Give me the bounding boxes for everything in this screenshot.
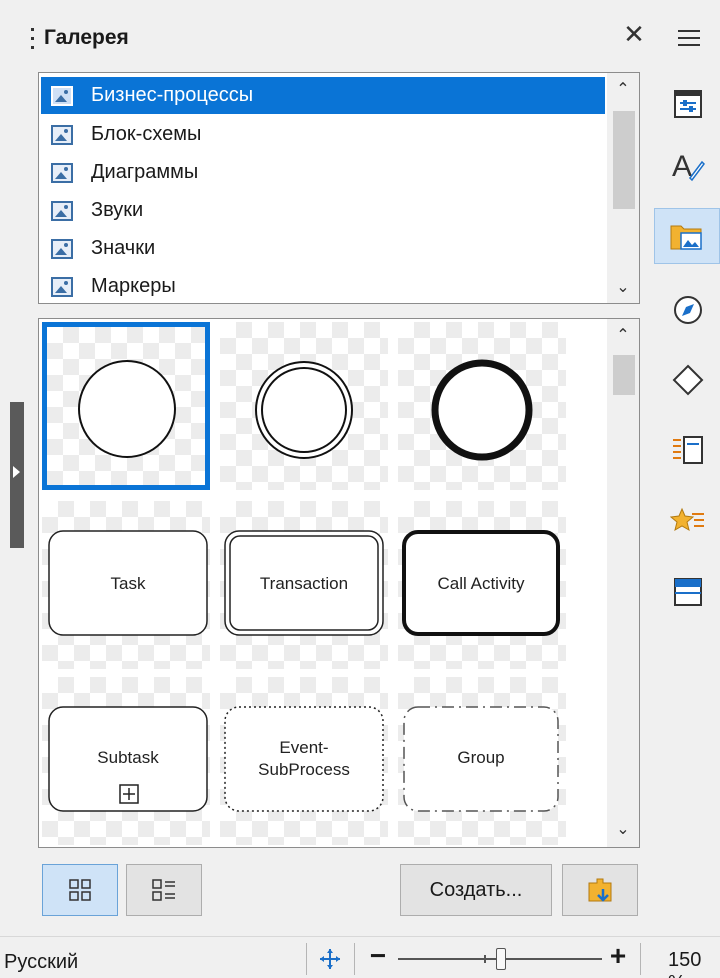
theme-item[interactable]: Блок-схемы	[41, 116, 605, 153]
hamburger-menu-icon[interactable]	[678, 30, 700, 48]
theme-item[interactable]: Диаграммы	[41, 154, 605, 191]
theme-item[interactable]: Маркеры	[41, 268, 605, 305]
picture-icon	[51, 124, 73, 145]
zoom-percentage[interactable]: 150 %	[668, 949, 720, 978]
gallery-item-end-event[interactable]	[398, 322, 566, 490]
gallery-item-start-event[interactable]	[42, 322, 210, 490]
expand-arrow-icon	[13, 466, 20, 478]
picture-icon	[51, 200, 73, 221]
theme-item[interactable]: Бизнес-процессы	[41, 77, 605, 114]
svg-text:A: A	[672, 150, 692, 183]
sidebar-tab-master-slides[interactable]	[656, 564, 720, 620]
gallery-item-event-subprocess[interactable]: Event- SubProcess	[220, 677, 388, 845]
theme-item-label: Бизнес-процессы	[91, 84, 254, 106]
zoom-fit-icon[interactable]	[314, 945, 348, 973]
shape-label-line1: Event-	[279, 738, 328, 757]
shapes-icon	[672, 364, 704, 396]
styles-icon: A	[672, 150, 705, 183]
page-icon	[673, 436, 703, 464]
gallery-icon	[670, 225, 702, 250]
scroll-up-icon[interactable]: ⌃	[613, 79, 633, 99]
scroll-thumb[interactable]	[613, 355, 635, 395]
zoom-slider-thumb[interactable]	[496, 948, 506, 970]
shape-label: Call Activity	[438, 574, 525, 593]
theme-item[interactable]: Значки	[41, 230, 605, 267]
icon-view-icon	[69, 879, 91, 901]
theme-properties-button[interactable]	[562, 864, 638, 916]
theme-item-label: Маркеры	[91, 275, 176, 297]
shape-label-line2: SubProcess	[258, 760, 350, 779]
sidebar-tab-shapes[interactable]	[656, 352, 720, 408]
properties-icon	[674, 90, 702, 118]
shape-label: Group	[457, 748, 504, 767]
status-separator	[354, 943, 355, 975]
gallery-item-intermediate-event[interactable]	[220, 322, 388, 490]
gallery-item-group[interactable]: Group	[398, 677, 566, 845]
icon-view-button[interactable]	[42, 864, 118, 916]
panel-title: Галерея	[44, 26, 129, 49]
gallery-grid[interactable]: Task Transaction Call Activity Subtask E…	[38, 318, 640, 848]
status-separator	[640, 943, 641, 975]
status-bar: Русский − + 150 %	[0, 936, 720, 978]
master-slides-icon	[674, 578, 702, 606]
animation-icon	[670, 507, 704, 532]
gallery-item-transaction[interactable]: Transaction	[220, 501, 388, 669]
sidebar-tab-page[interactable]	[656, 422, 720, 478]
theme-item-label: Диаграммы	[91, 161, 199, 183]
gallery-item-task[interactable]: Task	[42, 501, 210, 669]
picture-icon	[51, 162, 73, 183]
scroll-down-icon[interactable]: ⌄	[613, 819, 633, 839]
sidebar-tab-animation[interactable]	[656, 494, 720, 550]
navigator-icon	[674, 296, 702, 324]
sidebar-tab-navigator[interactable]	[656, 282, 720, 338]
zoom-in-icon[interactable]: +	[604, 941, 632, 973]
sidebar-tab-properties[interactable]	[656, 76, 720, 132]
gallery-scrollbar[interactable]: ⌃ ⌄	[607, 319, 639, 847]
close-icon[interactable]: ✕	[620, 22, 648, 50]
scroll-up-icon[interactable]: ⌃	[613, 325, 633, 345]
status-separator	[306, 943, 307, 975]
detail-view-button[interactable]	[126, 864, 202, 916]
picture-icon	[51, 85, 73, 106]
detail-view-icon	[152, 879, 175, 901]
theme-list[interactable]: Бизнес-процессы Блок-схемы Диаграммы Зву…	[38, 72, 640, 304]
gallery-item-call-activity[interactable]: Call Activity	[398, 501, 566, 669]
shape-label: Subtask	[97, 748, 159, 767]
theme-item-label: Блок-схемы	[91, 123, 202, 145]
picture-icon	[51, 276, 73, 297]
create-theme-button[interactable]: Создать...	[400, 864, 552, 916]
picture-icon	[51, 238, 73, 259]
shape-label: Task	[111, 574, 146, 593]
sidebar-tab-styles[interactable]: A	[656, 138, 720, 194]
scroll-thumb[interactable]	[613, 111, 635, 209]
theme-item-label: Звуки	[91, 199, 144, 221]
shape-label: Transaction	[260, 574, 348, 593]
theme-list-scrollbar[interactable]: ⌃ ⌄	[607, 73, 639, 303]
status-language[interactable]: Русский	[4, 951, 78, 974]
gallery-item-subtask[interactable]: Subtask	[42, 677, 210, 845]
zoom-slider-tick	[484, 955, 486, 963]
scroll-down-icon[interactable]: ⌄	[613, 277, 633, 297]
new-theme-icon	[588, 878, 612, 902]
theme-item[interactable]: Звуки	[41, 192, 605, 229]
sidebar-tab-gallery[interactable]	[654, 208, 720, 264]
theme-item-label: Значки	[91, 237, 156, 259]
drag-grip-icon[interactable]	[31, 28, 35, 50]
zoom-out-icon[interactable]: −	[364, 941, 392, 973]
collapse-handle[interactable]	[10, 402, 24, 548]
